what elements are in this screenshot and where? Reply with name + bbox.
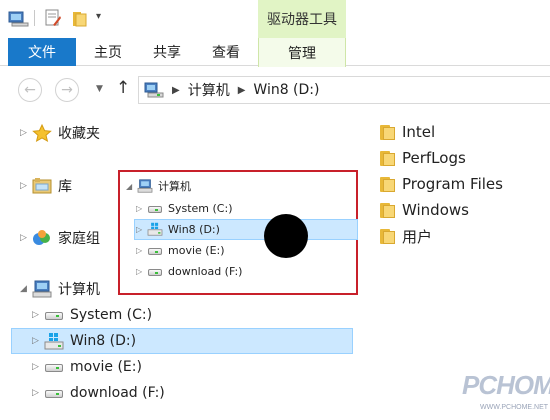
- drive-tools-context-title: 驱动器工具: [258, 0, 346, 38]
- chevron-right-icon[interactable]: ▶: [238, 85, 246, 96]
- back-button[interactable]: ←: [18, 78, 42, 102]
- properties-icon[interactable]: [44, 9, 62, 27]
- callout-item-computer[interactable]: ◢ 计算机: [126, 176, 191, 196]
- library-icon: [32, 178, 52, 194]
- quick-access-divider: [34, 10, 35, 26]
- hard-drive-icon: [147, 201, 163, 215]
- nav-item-computer[interactable]: ◢ 计算机: [20, 277, 100, 301]
- folder-icon: [380, 124, 396, 140]
- callout-label: System (C:): [168, 201, 233, 215]
- list-item-folder[interactable]: Windows: [380, 198, 469, 222]
- folder-name: 用户: [402, 227, 433, 246]
- folder-icon: [380, 228, 396, 244]
- nav-label: 计算机: [58, 282, 100, 298]
- expand-arrow-icon[interactable]: ▷: [136, 225, 147, 234]
- expand-arrow-icon[interactable]: ▷: [32, 362, 44, 372]
- list-item-folder[interactable]: Intel: [380, 120, 435, 144]
- folder-name: Program Files: [402, 175, 503, 193]
- computer-icon: [137, 179, 153, 193]
- nav-label: System (C:): [70, 307, 153, 323]
- collapse-arrow-icon[interactable]: ◢: [20, 284, 32, 294]
- windows-drive-icon: [147, 222, 163, 236]
- expand-arrow-icon[interactable]: ▷: [32, 388, 44, 398]
- expand-arrow-icon[interactable]: ▷: [136, 246, 147, 255]
- callout-label: movie (E:): [168, 243, 225, 257]
- breadcrumb-drive[interactable]: Win8 (D:): [253, 82, 319, 98]
- nav-label: 收藏夹: [58, 126, 100, 142]
- nav-label: download (F:): [70, 385, 165, 401]
- folder-icon: [380, 176, 396, 192]
- expand-arrow-icon[interactable]: ▷: [32, 310, 44, 320]
- expand-arrow-icon[interactable]: ▷: [32, 336, 44, 346]
- expand-arrow-icon[interactable]: ▷: [136, 267, 147, 276]
- expand-arrow-icon[interactable]: ▷: [20, 128, 32, 138]
- nav-item-libraries[interactable]: ▷ 库: [20, 174, 72, 198]
- list-item-folder[interactable]: Program Files: [380, 172, 503, 196]
- nav-label: Win8 (D:): [70, 333, 137, 349]
- folder-name: Windows: [402, 201, 469, 219]
- callout-item-drive-e[interactable]: ▷ movie (E:): [136, 240, 225, 260]
- zoomed-tree-callout: ◢ 计算机 ▷ System (C:) ▷ Win8 (D:) ▷ movie …: [118, 170, 358, 295]
- nav-item-drive-c[interactable]: ▷ System (C:): [32, 303, 152, 327]
- customize-quick-access-icon[interactable]: ▾: [96, 11, 110, 29]
- list-item-folder[interactable]: 用户: [380, 224, 432, 248]
- nav-label: 库: [58, 179, 72, 195]
- computer-icon: [144, 82, 164, 98]
- folder-icon: [380, 150, 396, 166]
- list-item-folder[interactable]: PerfLogs: [380, 146, 466, 170]
- forward-button[interactable]: →: [55, 78, 79, 102]
- nav-item-homegroup[interactable]: ▷ 家庭组: [20, 226, 100, 250]
- folder-name: Intel: [402, 123, 436, 141]
- new-folder-icon[interactable]: [72, 9, 90, 27]
- callout-item-drive-f[interactable]: ▷ download (F:): [136, 261, 242, 281]
- tab-view[interactable]: 查看: [198, 38, 254, 66]
- hard-drive-icon: [44, 384, 64, 402]
- homegroup-icon: [33, 230, 50, 245]
- hard-drive-icon: [147, 264, 163, 278]
- tab-share[interactable]: 共享: [140, 38, 194, 66]
- callout-label: download (F:): [168, 264, 243, 278]
- hard-drive-icon: [44, 358, 64, 376]
- callout-label: Win8 (D:): [168, 222, 220, 236]
- up-button[interactable]: ↑: [116, 78, 130, 98]
- folder-icon: [380, 202, 396, 218]
- computer-icon: [32, 280, 52, 298]
- star-icon: [32, 124, 52, 142]
- windows-drive-icon: [44, 333, 64, 350]
- tab-manage[interactable]: 管理: [258, 38, 346, 67]
- address-bar[interactable]: ▶ 计算机 ▶ Win8 (D:): [138, 76, 550, 104]
- callout-item-drive-c[interactable]: ▷ System (C:): [136, 198, 233, 218]
- nav-item-drive-e[interactable]: ▷ movie (E:): [32, 355, 142, 379]
- computer-icon[interactable]: [8, 9, 30, 27]
- nav-item-favorites[interactable]: ▷ 收藏夹: [20, 121, 100, 145]
- hard-drive-icon: [147, 243, 163, 257]
- address-row: ← → ▼ ↑ ▶ 计算机 ▶ Win8 (D:): [0, 67, 550, 111]
- title-bar: ▾ 驱动器工具: [0, 0, 550, 38]
- hard-drive-icon: [44, 306, 64, 324]
- nav-item-drive-d[interactable]: ▷ Win8 (D:): [32, 329, 136, 353]
- tab-file[interactable]: 文件: [8, 38, 76, 66]
- breadcrumb-computer[interactable]: 计算机: [188, 80, 230, 100]
- arrow-right-icon: →: [61, 82, 73, 98]
- watermark-logo: PCHOME: [462, 370, 550, 400]
- nav-label: 家庭组: [58, 231, 100, 247]
- expand-arrow-icon[interactable]: ▷: [20, 233, 32, 243]
- recent-locations-dropdown[interactable]: ▼: [96, 84, 103, 94]
- callout-item-drive-d[interactable]: ▷ Win8 (D:): [136, 219, 220, 239]
- nav-label: movie (E:): [70, 359, 142, 375]
- folder-name: PerfLogs: [402, 149, 466, 167]
- expand-arrow-icon[interactable]: ▷: [136, 204, 147, 213]
- tab-home[interactable]: 主页: [80, 38, 136, 66]
- arrow-left-icon: ←: [24, 82, 36, 98]
- watermark-url: WWW.PCHOME.NET: [480, 404, 549, 411]
- expand-arrow-icon[interactable]: ▷: [20, 181, 32, 191]
- pchome-watermark: PCHOME WWW.PCHOME.NET: [440, 352, 550, 420]
- collapse-arrow-icon[interactable]: ◢: [126, 182, 137, 191]
- nav-item-drive-f[interactable]: ▷ download (F:): [32, 381, 165, 405]
- chevron-right-icon[interactable]: ▶: [172, 85, 180, 96]
- callout-label: 计算机: [158, 180, 191, 193]
- ribbon-tabs: 文件 主页 共享 查看 管理: [0, 38, 550, 67]
- cursor-marker-dot: [264, 214, 308, 258]
